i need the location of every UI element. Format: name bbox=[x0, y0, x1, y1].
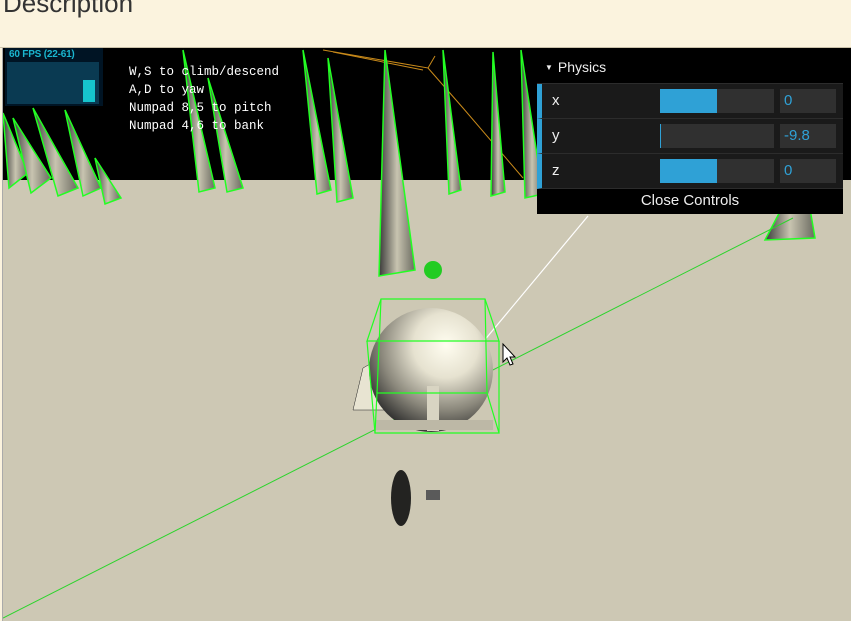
shadow-marker bbox=[426, 490, 440, 500]
controller-label: x bbox=[552, 92, 560, 109]
instruction-line: Numpad 4,6 to bank bbox=[129, 119, 265, 133]
fps-stats-panel[interactable]: 60 FPS (22-61) bbox=[5, 48, 103, 106]
instruction-line: A,D to yaw bbox=[129, 83, 205, 97]
physics-folder-label: Physics bbox=[557, 59, 607, 75]
physics-folder-title[interactable]: ▼ Physics bbox=[537, 52, 843, 84]
controller-label: y bbox=[552, 127, 560, 144]
fps-graph-bar bbox=[83, 80, 95, 102]
y-slider[interactable] bbox=[660, 124, 774, 148]
fps-graph bbox=[7, 62, 99, 104]
page-heading: Description bbox=[3, 0, 134, 18]
dat-gui-panel: ▼ Physics x 0 y -9.8 z 0 Close Controls bbox=[537, 52, 843, 214]
x-slider[interactable] bbox=[660, 89, 774, 113]
instruction-line: W,S to climb/descend bbox=[129, 65, 280, 79]
page-header: Description bbox=[0, 0, 851, 48]
x-number-field[interactable]: 0 bbox=[780, 89, 836, 113]
controller-label: z bbox=[552, 162, 560, 179]
y-number-field[interactable]: -9.8 bbox=[780, 124, 836, 148]
close-controls-button[interactable]: Close Controls bbox=[537, 189, 843, 214]
helicopter-shadow bbox=[391, 470, 411, 526]
slider-fill bbox=[660, 159, 717, 183]
controls-instructions: W,S to climb/descend A,D to yaw Numpad 8… bbox=[129, 63, 279, 135]
slider-fill bbox=[660, 89, 717, 113]
instruction-line: Numpad 8,5 to pitch bbox=[129, 101, 272, 115]
fps-text: 60 FPS (22-61) bbox=[9, 49, 75, 60]
triangle-down-icon: ▼ bbox=[545, 63, 553, 72]
3d-viewport[interactable]: 60 FPS (22-61) W,S to climb/descend A,D … bbox=[2, 48, 851, 621]
controller-row-y: y -9.8 bbox=[537, 119, 843, 154]
controller-row-z: z 0 bbox=[537, 154, 843, 189]
z-number-field[interactable]: 0 bbox=[780, 159, 836, 183]
slider-fill bbox=[660, 124, 662, 148]
z-slider[interactable] bbox=[660, 159, 774, 183]
controller-row-x: x 0 bbox=[537, 84, 843, 119]
